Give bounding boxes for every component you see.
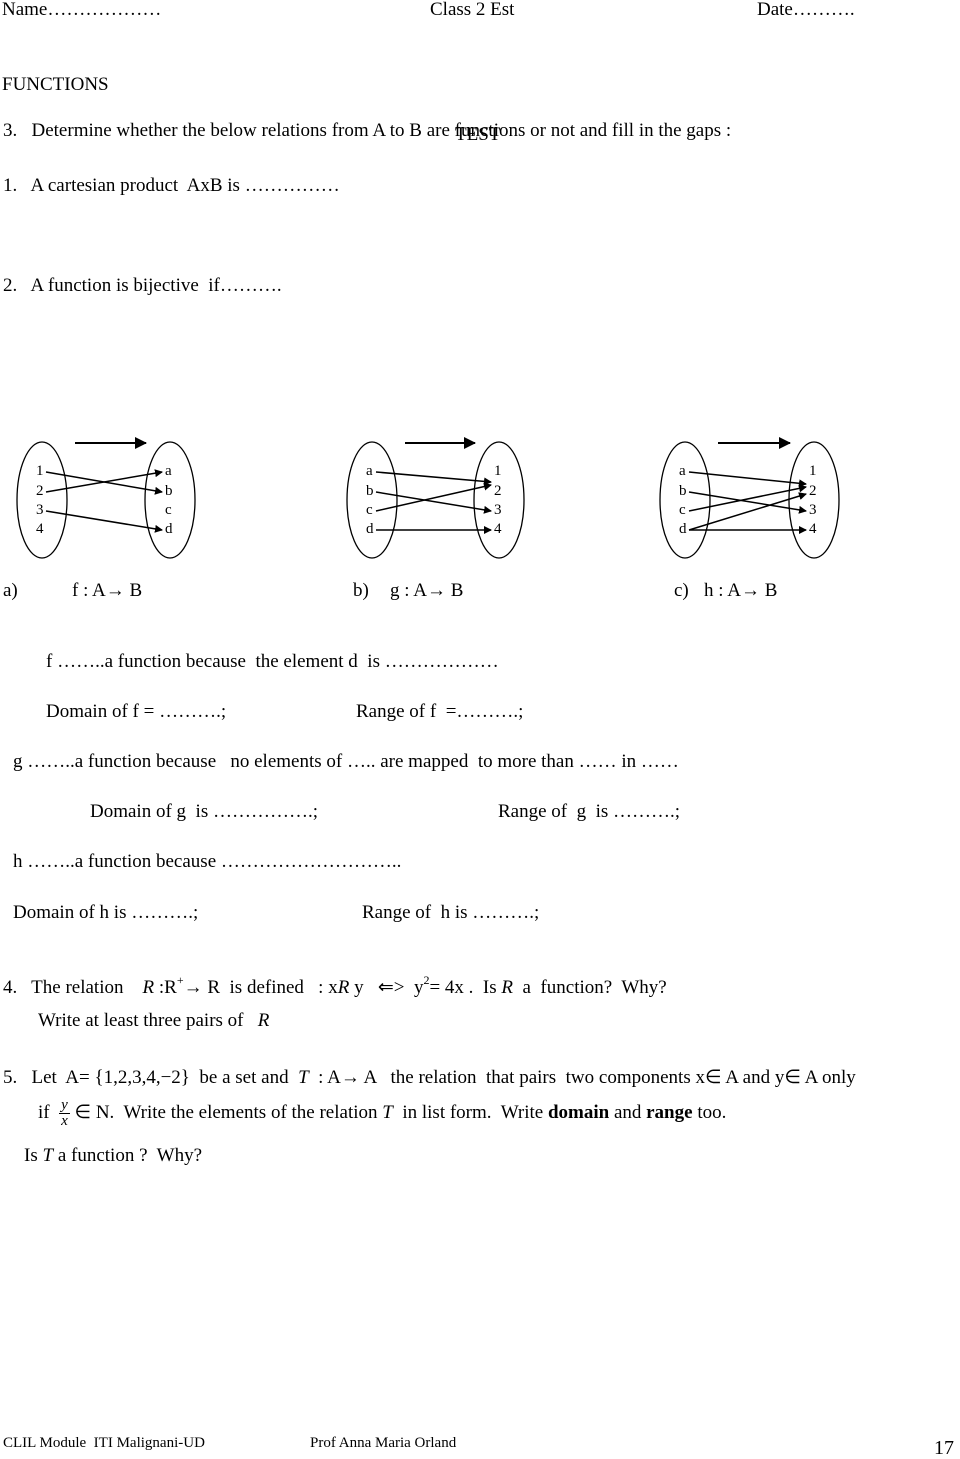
set-b-element: 1 (494, 463, 502, 479)
page-number: 17 (934, 1437, 954, 1459)
set-a-element: b (366, 483, 374, 499)
set-b-element: b (165, 483, 173, 499)
caption-c-letter: c) (674, 580, 689, 601)
caption-g: g : A→ B (390, 580, 464, 601)
set-a-element: a (366, 463, 373, 479)
set-b-element: 4 (494, 521, 502, 537)
mapping-arrow (45, 510, 163, 533)
set-b-element: 2 (809, 483, 817, 499)
question-4-line-2: Write at least three pairs of R (38, 1010, 270, 1031)
set-a-ellipse (346, 441, 398, 559)
set-a-element: 4 (36, 521, 44, 537)
set-b-element: 4 (809, 521, 817, 537)
set-b-element: d (165, 521, 173, 537)
caption-h: h : A→ B (704, 580, 778, 601)
question-5-line-2: if yx ∈ N. Write the elements of the rel… (38, 1097, 727, 1129)
caption-f: f : A→ B (72, 580, 143, 601)
gap-g-line: g ……..a function because no elements of … (13, 751, 679, 772)
caption-b-letter: b) (353, 580, 369, 601)
set-b-element: 1 (809, 463, 817, 479)
set-a-element: c (366, 502, 373, 518)
set-b-element: c (165, 502, 172, 518)
footer-author: Prof Anna Maria Orland (310, 1435, 457, 1451)
y-over-x-fraction: yx (59, 1097, 70, 1129)
set-b-ellipse (473, 441, 525, 559)
gap-f-domain: Domain of f = ……….; (46, 701, 227, 722)
set-b-element: 2 (494, 483, 502, 499)
gap-g-range: Range of g is ……….; (498, 801, 681, 822)
set-b-element: 3 (494, 502, 502, 518)
question-5-line-3: Is T a function ? Why? (24, 1145, 203, 1166)
gap-h-range: Range of h is ……….; (362, 902, 540, 923)
gap-f-range: Range of f =……….; (356, 701, 524, 722)
gap-h-domain: Domain of h is ……….; (13, 902, 199, 923)
set-a-element: a (679, 463, 686, 479)
set-b-element: a (165, 463, 172, 479)
caption-a-letter: a) (3, 580, 18, 601)
set-a-element: 1 (36, 463, 44, 479)
set-a-element: 2 (36, 483, 44, 499)
question-5-line-1: 5. Let A= {1,2,3,4,−2} be a set and T : … (3, 1067, 856, 1088)
footer-module: CLIL Module ITI Malignani-UD (3, 1435, 205, 1451)
set-b-ellipse (144, 441, 196, 559)
set-a-element: b (679, 483, 687, 499)
gap-f-line: f ……..a function because the element d i… (46, 651, 499, 672)
set-a-element: 3 (36, 502, 44, 518)
gap-h-line: h ……..a function because ……………………….. (13, 851, 402, 872)
set-b-ellipse (788, 441, 840, 559)
mapping-arrow (688, 471, 807, 488)
question-4-line-1: 4. The relation R :R+→ R is defined : xR… (3, 973, 667, 998)
set-a-element: d (679, 521, 687, 537)
set-a-ellipse (16, 441, 68, 559)
set-a-element: c (679, 502, 686, 518)
mapping-arrow (375, 471, 492, 486)
set-a-ellipse (659, 441, 711, 559)
set-a-element: d (366, 521, 374, 537)
set-b-element: 3 (809, 502, 817, 518)
gap-g-domain: Domain of g is …………….; (90, 801, 318, 822)
